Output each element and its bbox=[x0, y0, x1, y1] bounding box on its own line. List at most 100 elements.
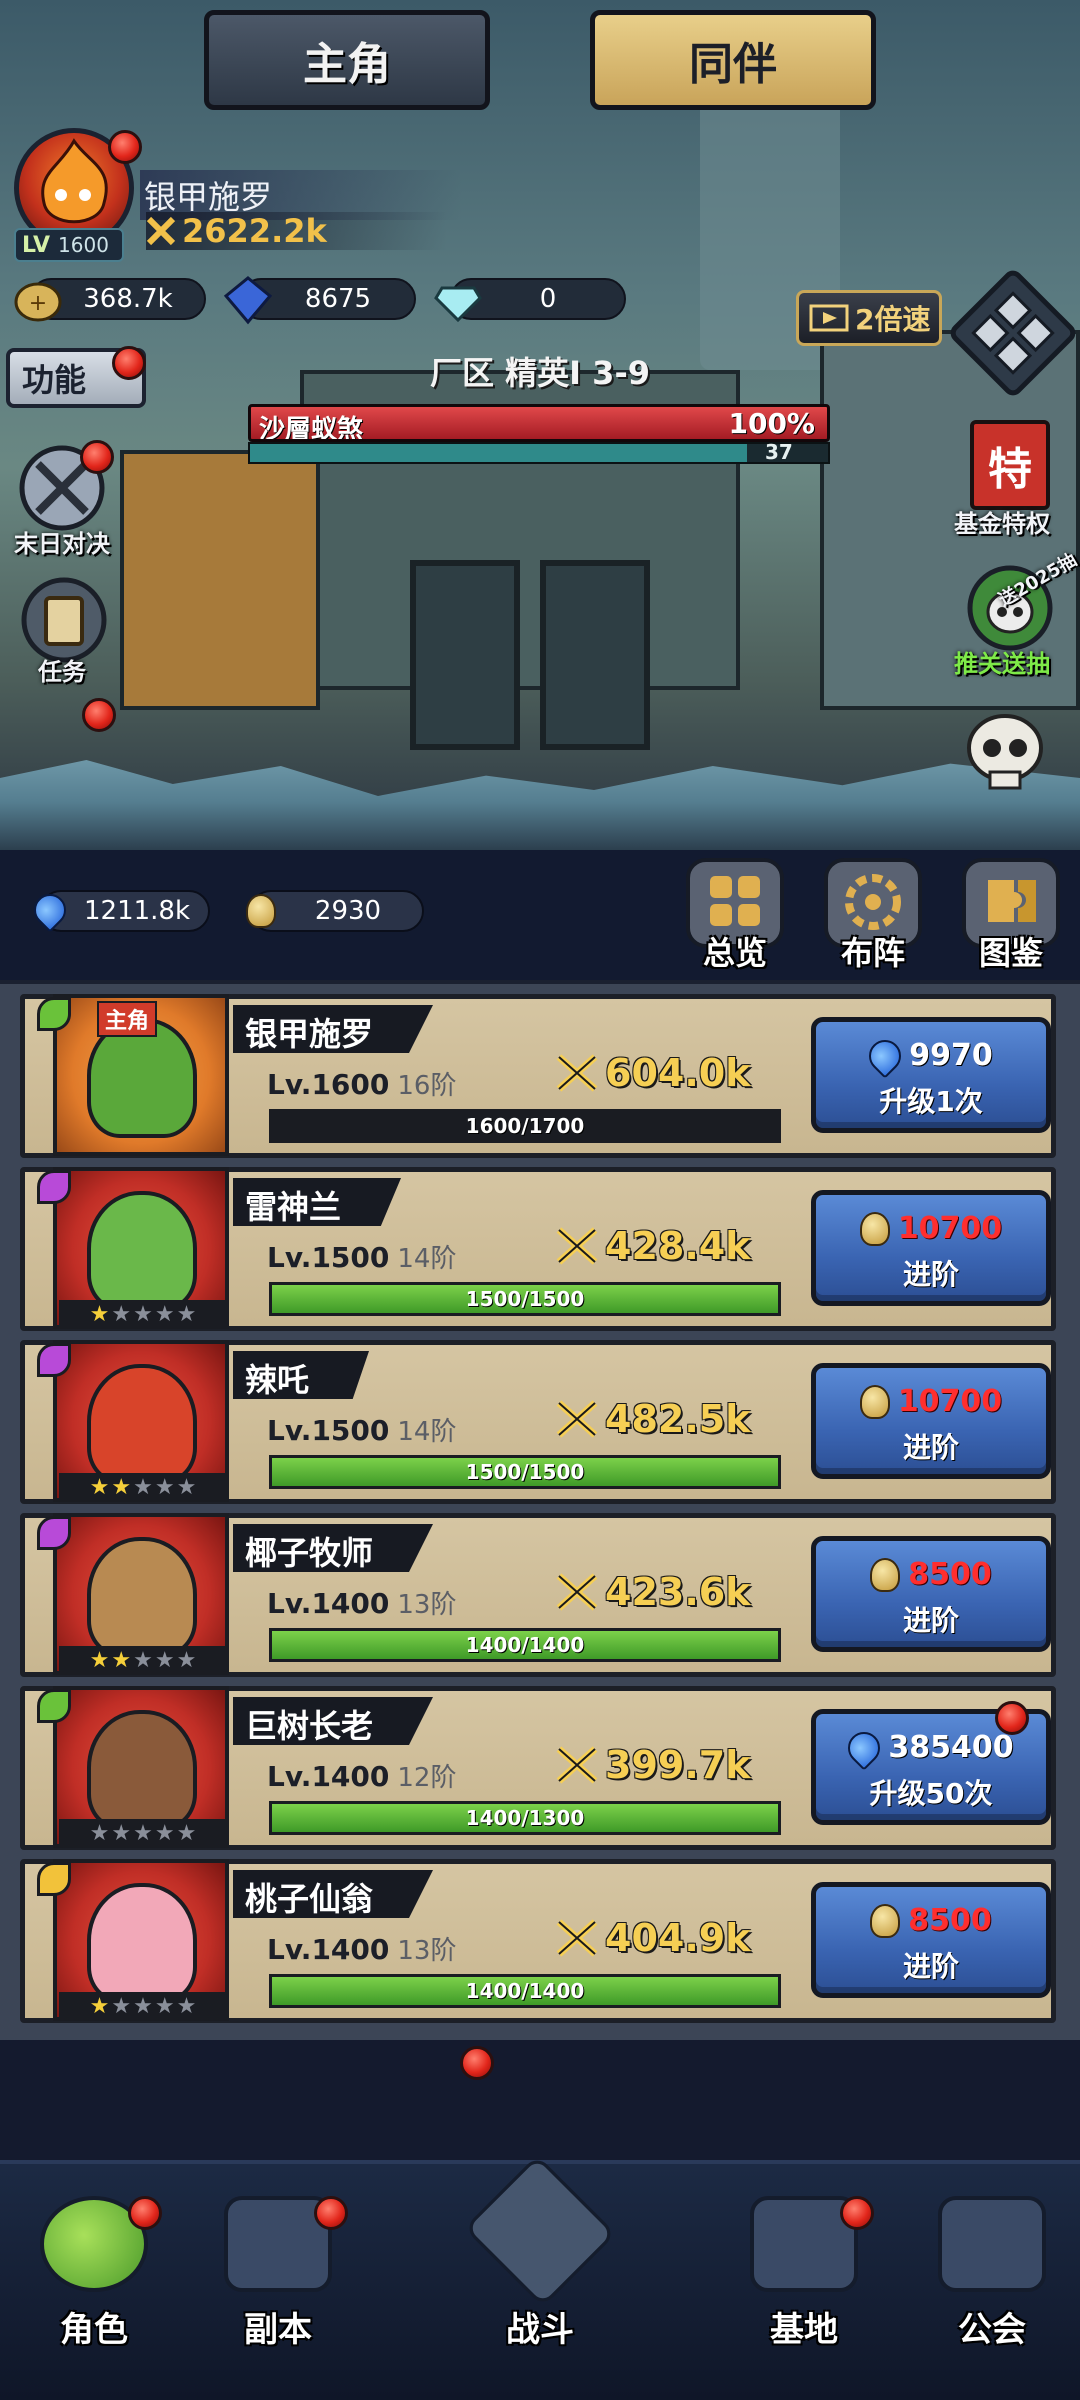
hero-stage: 16阶 bbox=[397, 1071, 457, 1101]
hero-figure bbox=[87, 1364, 197, 1484]
hero-name: 银甲施罗 bbox=[233, 1005, 434, 1053]
hero-row[interactable]: ★ ★ ★ ★ ★ 雷神兰 Lv.1500 14阶 428.4k 1500/1500 10700 进阶 bbox=[20, 1167, 1056, 1331]
action-label: 进阶 bbox=[902, 1604, 959, 1637]
gold-value: 368.7k bbox=[83, 284, 173, 314]
player-power: 2622.2k bbox=[146, 212, 447, 250]
star-icon: ★ bbox=[176, 1647, 199, 1673]
star-icon: ★ bbox=[154, 1301, 177, 1327]
doomsday-label: 末日对决 bbox=[14, 530, 110, 558]
star-icon: ★ bbox=[176, 1820, 199, 1846]
seed-icon bbox=[870, 1557, 901, 1592]
hero-figure bbox=[87, 1191, 197, 1311]
star-icon: ★ bbox=[89, 1993, 112, 2019]
crossed-swords-icon bbox=[556, 1573, 598, 1611]
seed-currency[interactable]: 2930 bbox=[246, 890, 424, 932]
hero-xp-bar: 1500/1500 bbox=[269, 1282, 781, 1316]
star-icon: ★ bbox=[176, 1993, 199, 2019]
star-icon: ★ bbox=[133, 1647, 155, 1673]
seed-icon bbox=[859, 1211, 890, 1246]
advance-button[interactable]: 10700 进阶 bbox=[811, 1363, 1051, 1479]
advance-button[interactable]: 10700 进阶 bbox=[811, 1190, 1051, 1306]
codex-button[interactable]: 图鉴 bbox=[956, 858, 1066, 972]
hero-stage: 12阶 bbox=[397, 1763, 457, 1793]
star-icon: ★ bbox=[89, 1474, 112, 1500]
hero-level: Lv.1500 14阶 bbox=[267, 1411, 456, 1448]
advance-button[interactable]: 8500 进阶 bbox=[811, 1882, 1051, 1998]
action-label: 进阶 bbox=[902, 1258, 959, 1291]
hero-tab-bar bbox=[0, 2040, 1080, 2160]
fund-privilege-icon[interactable]: 特 bbox=[970, 420, 1050, 510]
film-speed-icon bbox=[809, 304, 849, 332]
nav-battle[interactable]: 战斗 bbox=[460, 2154, 620, 2356]
hero-star-rating: ★ ★ ★ ★ ★ bbox=[59, 1992, 229, 2020]
player-level: 1600 bbox=[58, 233, 109, 257]
hero-name: 巨树长老 bbox=[233, 1697, 434, 1745]
background-door-left bbox=[410, 560, 520, 750]
star-icon: ★ bbox=[154, 1993, 177, 2019]
fund-privilege-glyph: 特 bbox=[988, 444, 1032, 495]
hero-level-value: Lv.1600 bbox=[267, 1068, 390, 1101]
avatar-notification-dot bbox=[108, 130, 142, 164]
essence-value: 1211.8k bbox=[83, 896, 191, 926]
hero-power-value: 604.0k bbox=[605, 1051, 751, 1095]
hero-row[interactable]: ★ ★ ★ ★ ★ 桃子仙翁 Lv.1400 13阶 404.9k 1400/1400 8500 进阶 bbox=[20, 1859, 1056, 2023]
hero-stage: 13阶 bbox=[397, 1590, 457, 1620]
gold-resource[interactable]: + 368.7k bbox=[14, 278, 206, 322]
action-label: 升级50次 bbox=[869, 1777, 993, 1810]
hero-power: 604.0k bbox=[555, 1051, 750, 1095]
hero-power-value: 404.9k bbox=[605, 1916, 751, 1960]
advance-button[interactable]: 8500 进阶 bbox=[811, 1536, 1051, 1652]
speed-toggle-button[interactable]: 2倍速 bbox=[796, 290, 942, 346]
formation-button[interactable]: 布阵 bbox=[818, 858, 928, 972]
hero-power-value: 423.6k bbox=[605, 1570, 751, 1614]
hero-xp-bar: 1400/1400 bbox=[269, 1974, 781, 2008]
star-icon: ★ bbox=[111, 1301, 134, 1327]
action-cost: 385400 bbox=[816, 1724, 1046, 1771]
boss-hp-bar: 沙層蚁煞 100% bbox=[248, 404, 830, 442]
hero-power-value: 482.5k bbox=[605, 1397, 751, 1441]
hero-row[interactable]: ★ ★ ★ ★ ★ 椰子牧师 Lv.1400 13阶 423.6k 1400/1400 8500 进阶 bbox=[20, 1513, 1056, 1677]
hero-xp-label: 1500/1500 bbox=[465, 1460, 585, 1484]
nav-guild[interactable]: 公会 bbox=[912, 2186, 1072, 2356]
element-badge-icon bbox=[37, 1862, 71, 1896]
hero-level: Lv.1400 13阶 bbox=[267, 1584, 456, 1621]
star-icon: ★ bbox=[154, 1647, 177, 1673]
action-cost-value: 10700 bbox=[897, 1384, 1003, 1419]
hero-stage: 13阶 bbox=[397, 1936, 457, 1966]
tab-partners[interactable]: 同伴 bbox=[590, 10, 876, 110]
blue-gem-icon bbox=[223, 276, 273, 325]
boss-hp-percent: 100% bbox=[728, 407, 815, 440]
overview-button[interactable]: 总览 bbox=[680, 858, 790, 972]
pass-draw-label: 推关送抽 bbox=[954, 650, 1050, 678]
gem-resource[interactable]: 8675 bbox=[223, 276, 416, 325]
action-cost: 8500 bbox=[816, 1903, 1046, 1938]
diamond-resource[interactable]: 0 bbox=[434, 278, 626, 323]
diamond-value: 0 bbox=[539, 284, 557, 314]
hero-stage: 14阶 bbox=[397, 1244, 457, 1274]
star-icon: ★ bbox=[133, 1474, 155, 1500]
action-cost-value: 9970 bbox=[909, 1038, 993, 1073]
hero-row[interactable]: ★ ★ ★ ★ ★ 辣吒 Lv.1500 14阶 482.5k 1500/1500 10700 进阶 bbox=[20, 1340, 1056, 1504]
tab-main-hero[interactable]: 主角 bbox=[204, 10, 490, 110]
hero-xp-bar: 1400/1300 bbox=[269, 1801, 781, 1835]
star-icon: ★ bbox=[111, 1820, 134, 1846]
element-badge-icon bbox=[37, 1343, 71, 1377]
crossed-swords-icon bbox=[556, 1054, 598, 1092]
hero-row[interactable]: 主角 银甲施罗 Lv.1600 16阶 604.0k 1600/1700 9970 升级1次 bbox=[20, 994, 1056, 1158]
hero-row[interactable]: ★ ★ ★ ★ ★ 巨树长老 Lv.1400 12阶 399.7k 1400/1300 385400… bbox=[20, 1686, 1056, 1850]
guild-castle-icon bbox=[938, 2196, 1046, 2292]
diamond-icon bbox=[434, 286, 482, 323]
main-hero-notification-dot bbox=[460, 2046, 494, 2080]
player-level-badge: LV 1600 bbox=[14, 228, 124, 262]
action-label: 进阶 bbox=[902, 1950, 959, 1983]
hero-level: Lv.1400 12阶 bbox=[267, 1757, 456, 1794]
element-badge-icon bbox=[37, 1689, 71, 1723]
hero-level: Lv.1500 14阶 bbox=[267, 1238, 456, 1275]
level-up-button[interactable]: 9970 升级1次 bbox=[811, 1017, 1051, 1133]
gold-coin-icon: + bbox=[14, 282, 62, 322]
hero-xp-bar: 1500/1500 bbox=[269, 1455, 781, 1489]
hero-power: 423.6k bbox=[555, 1570, 750, 1614]
hero-level-value: Lv.1400 bbox=[267, 1933, 390, 1966]
essence-currency[interactable]: 1211.8k bbox=[27, 887, 210, 933]
star-icon: ★ bbox=[176, 1301, 199, 1327]
